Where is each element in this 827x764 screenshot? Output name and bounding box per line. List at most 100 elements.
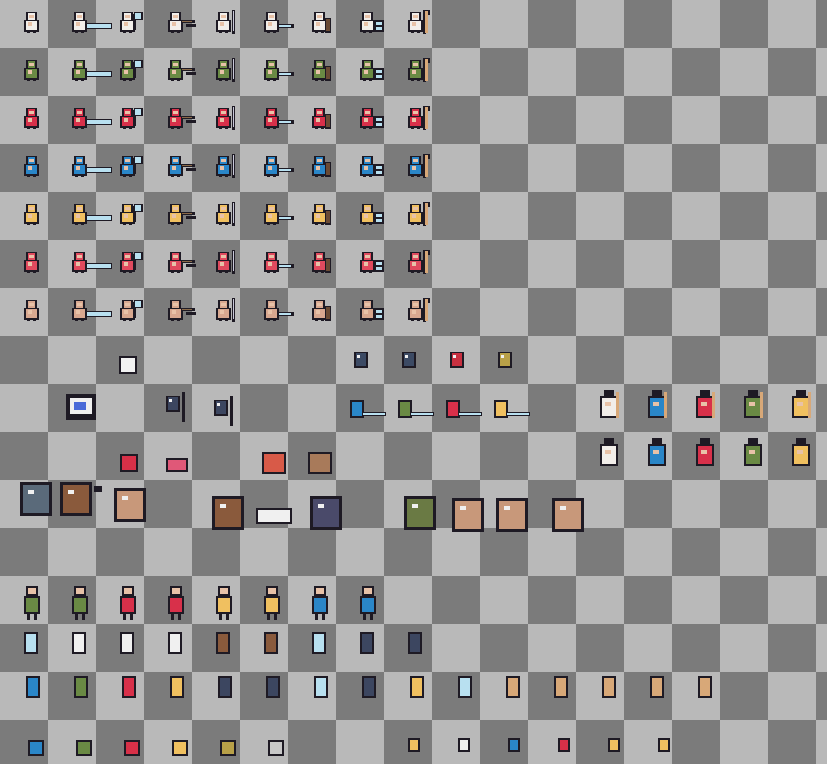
- slime-sprite: [164, 456, 190, 474]
- hero-sprite: [164, 250, 210, 276]
- hero-sprite: [212, 202, 258, 228]
- hero-sprite: [260, 106, 306, 132]
- hero-sprite: [116, 202, 162, 228]
- knight-sprite: [210, 396, 238, 428]
- wizard-staff-sprite: [644, 390, 672, 430]
- hero-sprite: [308, 250, 354, 276]
- peasant-sprite: [310, 586, 330, 622]
- hero-sprite: [164, 58, 210, 84]
- hero-sprite: [212, 58, 258, 84]
- gem-sprite: [656, 736, 674, 756]
- hero-sprite: [212, 298, 258, 324]
- item-sprite: [216, 674, 240, 718]
- hero-sprite: [212, 10, 258, 36]
- peasant-sprite: [358, 586, 378, 622]
- item-sprite: [168, 674, 192, 718]
- peasant-sprite: [22, 586, 42, 622]
- centaur-sprite: [112, 486, 152, 526]
- hero-sprite: [164, 10, 210, 36]
- crow-sprite: [494, 348, 522, 380]
- hero-sprite: [212, 250, 258, 276]
- hero-sprite: [404, 154, 450, 180]
- peasant-sprite: [262, 586, 282, 622]
- item-sprite: [214, 630, 238, 670]
- hero-sprite: [404, 202, 450, 228]
- gem-sprite: [556, 736, 574, 756]
- hero-sprite: [356, 58, 402, 84]
- item-sprite: [118, 630, 142, 670]
- hero-sprite: [308, 10, 354, 36]
- hero-sprite: [68, 250, 114, 276]
- sled-sprite: [254, 498, 294, 526]
- crow-sprite: [398, 348, 426, 380]
- gem-sprite: [506, 736, 524, 756]
- item-sprite: [22, 630, 46, 670]
- hero-sprite: [356, 250, 402, 276]
- hero-sprite: [260, 10, 306, 36]
- hero-sprite: [212, 154, 258, 180]
- bear-sprite: [210, 494, 244, 530]
- item-sprite: [648, 674, 672, 718]
- hero-sprite: [308, 154, 354, 180]
- hero-sprite: [356, 106, 402, 132]
- wizard-sprite: [788, 438, 816, 478]
- wizard-sprite: [692, 438, 720, 478]
- item-sprite: [312, 674, 336, 718]
- spider-sprite: [450, 496, 484, 532]
- hero-sprite: [404, 10, 450, 36]
- wizard-staff-sprite: [692, 390, 720, 430]
- wizard-staff-sprite: [740, 390, 768, 430]
- item-sprite: [72, 674, 96, 718]
- crow-sprite: [350, 348, 378, 380]
- hero-sprite: [20, 202, 66, 228]
- item-sprite: [600, 674, 624, 718]
- knight-shield-sprite: [490, 398, 536, 426]
- potion-sprite: [26, 736, 48, 762]
- hero-sprite: [308, 58, 354, 84]
- sprite-sheet-canvas: [0, 0, 827, 764]
- hero-sprite: [356, 10, 402, 36]
- hero-sprite: [164, 106, 210, 132]
- hero-sprite: [116, 250, 162, 276]
- item-sprite: [262, 630, 286, 670]
- hero-sprite: [260, 58, 306, 84]
- knight-shield-sprite: [394, 398, 440, 426]
- gem-sprite: [406, 736, 424, 756]
- potion-sprite: [74, 736, 96, 762]
- wizard-sprite: [740, 438, 768, 478]
- hero-sprite: [20, 10, 66, 36]
- hero-sprite: [164, 298, 210, 324]
- hero-sprite: [116, 154, 162, 180]
- ghost-sprite: [115, 352, 143, 380]
- potion-sprite: [170, 736, 192, 762]
- hero-sprite: [164, 154, 210, 180]
- crab-sprite: [494, 496, 534, 532]
- imp-sprite: [118, 452, 142, 476]
- peasant-sprite: [118, 586, 138, 622]
- hero-sprite: [356, 202, 402, 228]
- minotaur-sprite: [58, 480, 104, 524]
- hero-sprite: [308, 298, 354, 324]
- gem-sprite: [456, 736, 474, 756]
- peasant-sprite: [166, 586, 186, 622]
- wizard-sprite: [596, 438, 624, 478]
- item-sprite: [696, 674, 720, 718]
- golem-sprite: [18, 480, 54, 524]
- gem-sprite: [606, 736, 624, 756]
- item-sprite: [70, 630, 94, 670]
- goblin-sprite: [402, 494, 436, 530]
- hero-sprite: [260, 154, 306, 180]
- hero-sprite: [116, 58, 162, 84]
- hero-sprite: [20, 106, 66, 132]
- hero-sprite: [116, 106, 162, 132]
- item-sprite: [24, 674, 48, 718]
- spider-sprite: [550, 496, 584, 532]
- item-sprite: [358, 630, 382, 670]
- item-sprite: [166, 630, 190, 670]
- hero-sprite: [68, 298, 114, 324]
- cat-skull-sprite: [64, 392, 100, 426]
- hero-sprite: [164, 202, 210, 228]
- knight-shield-sprite: [442, 398, 488, 426]
- wizard-sprite: [644, 438, 672, 478]
- hero-sprite: [260, 202, 306, 228]
